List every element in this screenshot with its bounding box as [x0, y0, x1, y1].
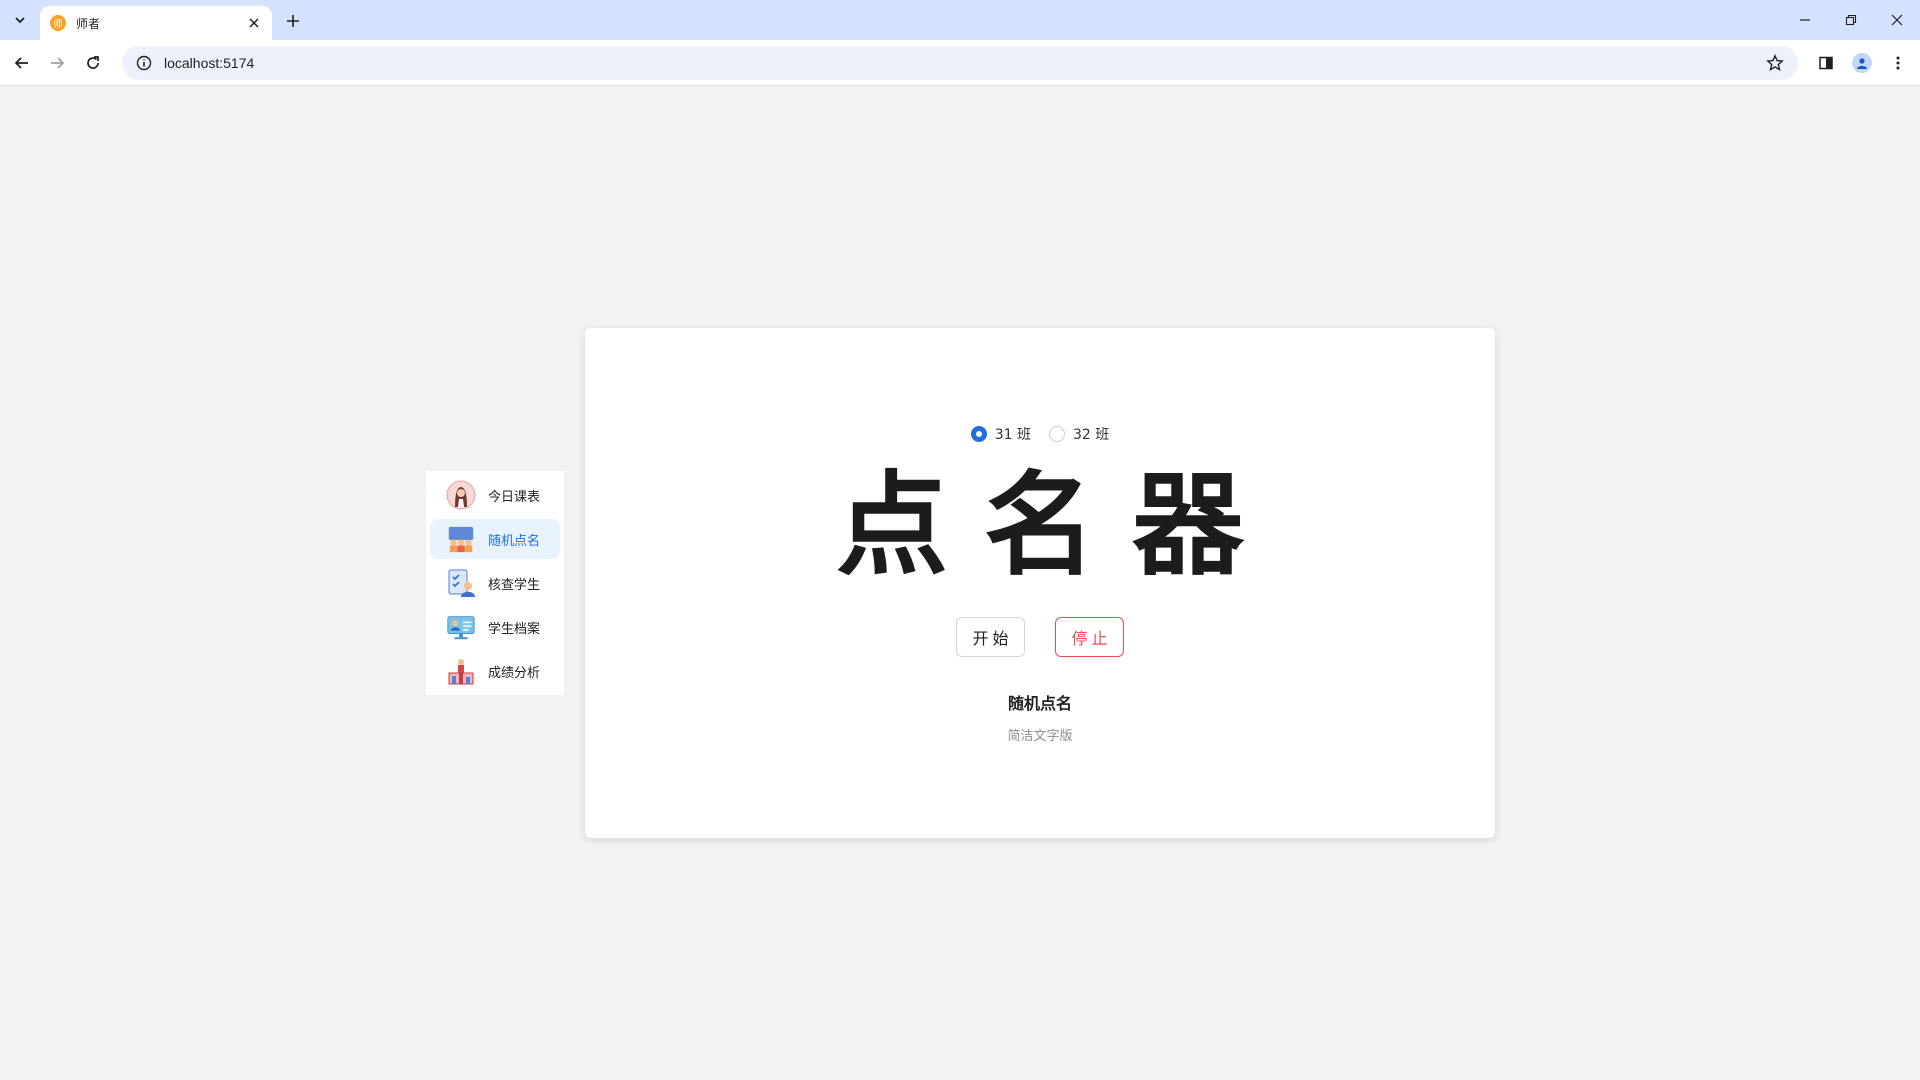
restore-button[interactable] [1836, 8, 1866, 32]
sidebar-item-score-analysis[interactable]: 成绩分析 [430, 651, 560, 691]
new-tab-button[interactable] [282, 10, 304, 32]
sidebar-item-label: 随机点名 [488, 533, 541, 549]
bookmark-star-button[interactable] [1766, 54, 1784, 76]
profile-avatar-icon [1852, 53, 1872, 73]
forward-button[interactable] [44, 50, 70, 76]
sidebar-item-label: 成绩分析 [488, 665, 541, 681]
browser-menu-button[interactable] [1885, 50, 1911, 76]
sidebar-item-label: 今日课表 [488, 489, 541, 505]
star-icon [1766, 54, 1784, 72]
student-profile-icon [446, 612, 476, 642]
tab-title: 师者 [76, 16, 101, 31]
radio-unchecked-icon [1049, 426, 1065, 442]
minimize-button[interactable] [1790, 8, 1820, 32]
radio-checked-icon [970, 426, 987, 442]
reload-icon [87, 56, 99, 69]
sidebar-item-random-call[interactable]: 随机点名 [430, 519, 560, 559]
class-group-icon [446, 524, 476, 554]
tab-close-button[interactable] [246, 15, 262, 31]
class-radio-31[interactable]: 31 班 [970, 424, 1031, 444]
browser-toolbar: localhost:5174 [0, 40, 1920, 86]
sidebar-item-verify-students[interactable]: 核查学生 [430, 563, 560, 603]
side-panel-icon [1819, 56, 1833, 70]
close-icon [249, 18, 259, 28]
site-favicon-icon: 师 [50, 15, 66, 31]
close-icon [1891, 14, 1903, 26]
sidebar-item-label: 学生档案 [488, 621, 541, 637]
side-navigation: 今日课表 随机点名 核查学生 学生档案 成绩分析 [426, 471, 564, 695]
roll-call-card: 31 班 32 班 点名器 开始 停止 随机点名 简洁文字版 [585, 328, 1495, 838]
back-button[interactable] [9, 50, 35, 76]
arrow-right-icon [51, 57, 65, 69]
sidebar-item-schedule[interactable]: 今日课表 [430, 475, 560, 515]
class-radio-32[interactable]: 32 班 [1049, 424, 1109, 444]
control-buttons: 开始 停止 [585, 617, 1495, 657]
restore-icon [1845, 14, 1857, 26]
more-vertical-icon [1896, 56, 1900, 70]
close-window-button[interactable] [1882, 8, 1912, 32]
browser-tab-strip: 师 师者 [0, 0, 1920, 40]
stop-button[interactable]: 停止 [1055, 617, 1124, 657]
class-radio-group: 31 班 32 班 [585, 424, 1495, 444]
section-title: 随机点名 [1007, 694, 1072, 713]
side-panel-button[interactable] [1813, 50, 1839, 76]
score-analysis-icon [446, 656, 476, 686]
arrow-left-icon [14, 57, 28, 69]
radio-label: 31 班 [994, 427, 1031, 443]
check-student-icon [446, 568, 476, 598]
url-text: localhost:5174 [164, 55, 255, 71]
tab-search-button[interactable] [6, 9, 34, 31]
roll-call-display: 点名器 [836, 461, 1280, 591]
site-info-icon [136, 55, 152, 71]
chevron-down-icon [15, 17, 25, 24]
minimize-icon [1800, 19, 1810, 21]
reload-button[interactable] [80, 50, 106, 76]
sidebar-item-student-profile[interactable]: 学生档案 [430, 607, 560, 647]
browser-tab[interactable]: 师 师者 [40, 6, 272, 40]
profile-button[interactable] [1849, 50, 1875, 76]
radio-label: 32 班 [1073, 427, 1110, 443]
sidebar-item-label: 核查学生 [488, 577, 541, 593]
start-button[interactable]: 开始 [956, 617, 1025, 657]
plus-icon [287, 15, 299, 27]
section-description: 简洁文字版 [1007, 729, 1073, 744]
address-bar[interactable]: localhost:5174 [122, 46, 1798, 80]
teacher-avatar-icon [446, 480, 476, 510]
